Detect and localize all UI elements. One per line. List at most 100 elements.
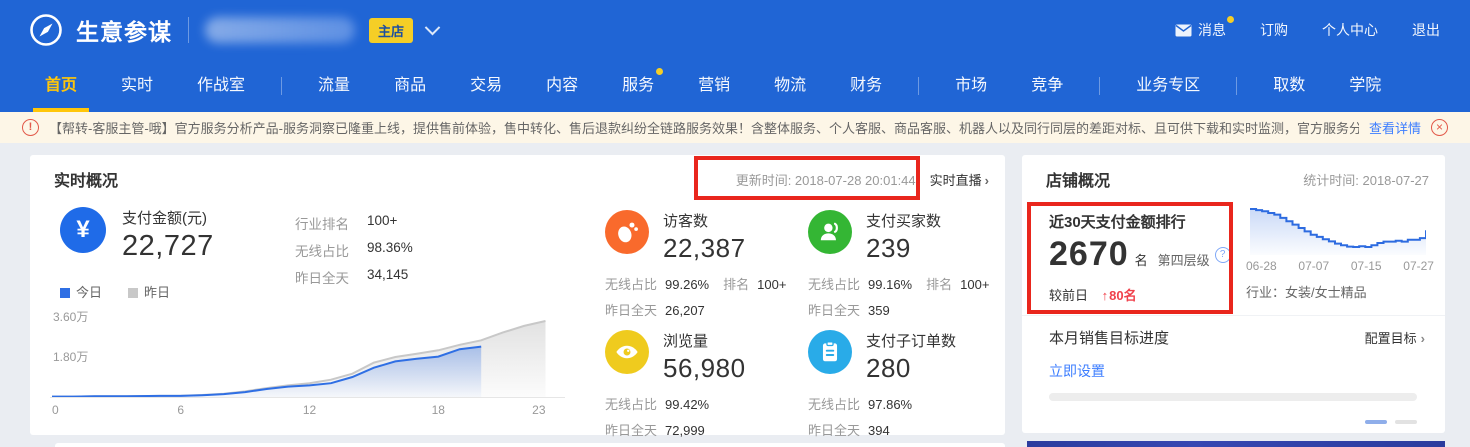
nav-item-traffic[interactable]: 流量	[318, 60, 350, 112]
pager-dash[interactable]	[1395, 420, 1417, 424]
divider	[1022, 315, 1445, 316]
svg-text:0: 0	[52, 403, 59, 417]
svg-text:3.60万: 3.60万	[53, 310, 88, 324]
brand-name: 生意参谋	[76, 13, 172, 47]
notice-detail-link[interactable]: 查看详情	[1369, 118, 1421, 137]
stat-row: 行业排名100+	[295, 213, 413, 233]
legend-label: 今日	[76, 285, 102, 300]
nav-item-product[interactable]: 商品	[394, 60, 426, 112]
kpi-text: 支付子订单数280	[866, 330, 956, 384]
kpi-payment-amount: ¥ 支付金额(元) 22,727	[60, 207, 214, 263]
stat-label: 无线占比	[808, 277, 860, 292]
stat-value: 99.26%	[665, 277, 709, 292]
nav-item-competition[interactable]: 竞争	[1031, 60, 1063, 112]
next-section-left-edge	[55, 443, 1005, 447]
nav-label: 物流	[774, 77, 806, 94]
mail-icon	[1175, 24, 1192, 37]
top-menu-profile[interactable]: 个人中心	[1322, 20, 1378, 40]
stat-label: 昨日全天	[605, 303, 657, 318]
kpi-stats-row: 无线占比99.26%排名100+	[605, 274, 808, 293]
buyer-icon	[808, 210, 852, 254]
kpi-label: 支付买家数	[866, 210, 941, 231]
nav-item-trade[interactable]: 交易	[470, 60, 502, 112]
divider	[188, 17, 189, 43]
stat-label: 昨日全天	[808, 423, 860, 438]
live-broadcast-label: 实时直播	[930, 173, 982, 188]
compass-logo-icon	[28, 12, 64, 48]
top-menu-logout[interactable]: 退出	[1412, 20, 1440, 40]
stat-value: 72,999	[665, 423, 705, 438]
svg-text:12: 12	[303, 403, 317, 417]
stat-value: 394	[868, 423, 890, 438]
panel-title: 店铺概况	[1046, 167, 1110, 191]
date-tick: 07-07	[1298, 259, 1329, 273]
kpi-label: 浏览量	[663, 330, 746, 351]
nav-item-home[interactable]: 首页	[45, 60, 77, 112]
chevron-right-icon: ›	[1421, 331, 1425, 346]
stat-value: 26,207	[665, 303, 705, 318]
realtime-panel-header: 实时概况 更新时间: 2018-07-28 20:01:44 实时直播›	[54, 167, 989, 191]
kpi-grid: 访客数22,387无线占比99.26%排名100+昨日全天26,207支付买家数…	[605, 210, 1011, 447]
nav-item-market[interactable]: 市场	[955, 60, 987, 112]
divider	[1099, 77, 1100, 95]
shop-type-badge: 主店	[369, 18, 413, 43]
nav-label: 学院	[1349, 77, 1381, 94]
kpi-stats-row: 无线占比99.16%排名100+	[808, 274, 1011, 293]
nav-label: 实时	[121, 77, 153, 94]
help-question-icon[interactable]: ?	[1215, 247, 1231, 263]
industry-label: 行业：女装/女士精品	[1246, 282, 1367, 301]
nav-label: 竞争	[1031, 77, 1063, 94]
kpi-stats-row: 昨日全天 394	[808, 420, 1011, 439]
stat-label: 行业排名	[295, 213, 367, 233]
brand[interactable]: 生意参谋	[28, 12, 172, 48]
nav-item-war-room[interactable]: 作战室	[197, 60, 245, 112]
chevron-right-icon: ›	[985, 173, 989, 188]
svg-text:1.80万: 1.80万	[53, 350, 88, 364]
stat-time: 统计时间: 2018-07-27	[1303, 170, 1429, 189]
nav-label: 业务专区	[1136, 77, 1200, 94]
stat-value: 97.86%	[868, 397, 912, 412]
stat-value: 98.36%	[367, 240, 413, 260]
top-menu-subscribe[interactable]: 订购	[1260, 20, 1288, 40]
stat-label: 无线占比	[605, 277, 657, 292]
kpi-value: 56,980	[663, 353, 746, 384]
kpi-pay-suborders: 支付子订单数280无线占比97.86%昨日全天394	[808, 330, 1011, 447]
nav-label: 作战室	[197, 77, 245, 94]
kpi-stats-row: 昨日全天72,999	[605, 420, 808, 439]
goal-progress-bar	[1049, 393, 1417, 401]
stat-label: 排名	[723, 277, 749, 292]
chevron-down-icon[interactable]	[425, 19, 441, 35]
rank-trend-chart	[1250, 201, 1426, 257]
nav-label: 财务	[850, 77, 882, 94]
kpi-text: 浏览量56,980	[663, 330, 746, 384]
nav-item-service[interactable]: 服务	[622, 60, 654, 112]
stat-row: 无线占比98.36%	[295, 240, 413, 260]
footprint-icon	[605, 210, 649, 254]
notice-text: 【帮转-客服主管-哦】官方服务分析产品-服务洞察已隆重上线，提供售前体验，售中转…	[49, 118, 1359, 137]
close-icon[interactable]: ×	[1431, 119, 1448, 136]
kpi-value: 280	[866, 353, 956, 384]
nav-label: 首页	[45, 77, 77, 94]
nav-item-business-zone[interactable]: 业务专区	[1136, 60, 1200, 112]
pager-dash-active[interactable]	[1365, 420, 1387, 424]
stat-value: 100+	[367, 213, 397, 233]
legend-item: 今日	[60, 282, 102, 301]
nav-item-data-extract[interactable]: 取数	[1273, 60, 1305, 112]
nav-label: 商品	[394, 77, 426, 94]
set-now-link[interactable]: 立即设置	[1049, 361, 1105, 381]
nav-item-realtime[interactable]: 实时	[121, 60, 153, 112]
stat-row: 昨日全天34,145	[295, 267, 413, 287]
configure-goal-link[interactable]: 配置目标›	[1365, 328, 1425, 347]
nav-item-logistics[interactable]: 物流	[774, 60, 806, 112]
panel-title: 实时概况	[54, 167, 118, 191]
stat-value: 99.42%	[665, 397, 709, 412]
top-menu-messages[interactable]: 消息	[1175, 20, 1226, 40]
nav-item-content[interactable]: 内容	[546, 60, 578, 112]
nav-item-finance[interactable]: 财务	[850, 60, 882, 112]
nav-item-marketing[interactable]: 营销	[698, 60, 730, 112]
live-broadcast-link[interactable]: 实时直播›	[930, 170, 989, 189]
nav-item-academy[interactable]: 学院	[1349, 60, 1381, 112]
notice-bar: ! 【帮转-客服主管-哦】官方服务分析产品-服务洞察已隆重上线，提供售前体验，售…	[0, 112, 1470, 143]
kpi-visitors: 访客数22,387无线占比99.26%排名100+昨日全天26,207	[605, 210, 808, 330]
notification-dot	[1227, 16, 1234, 23]
